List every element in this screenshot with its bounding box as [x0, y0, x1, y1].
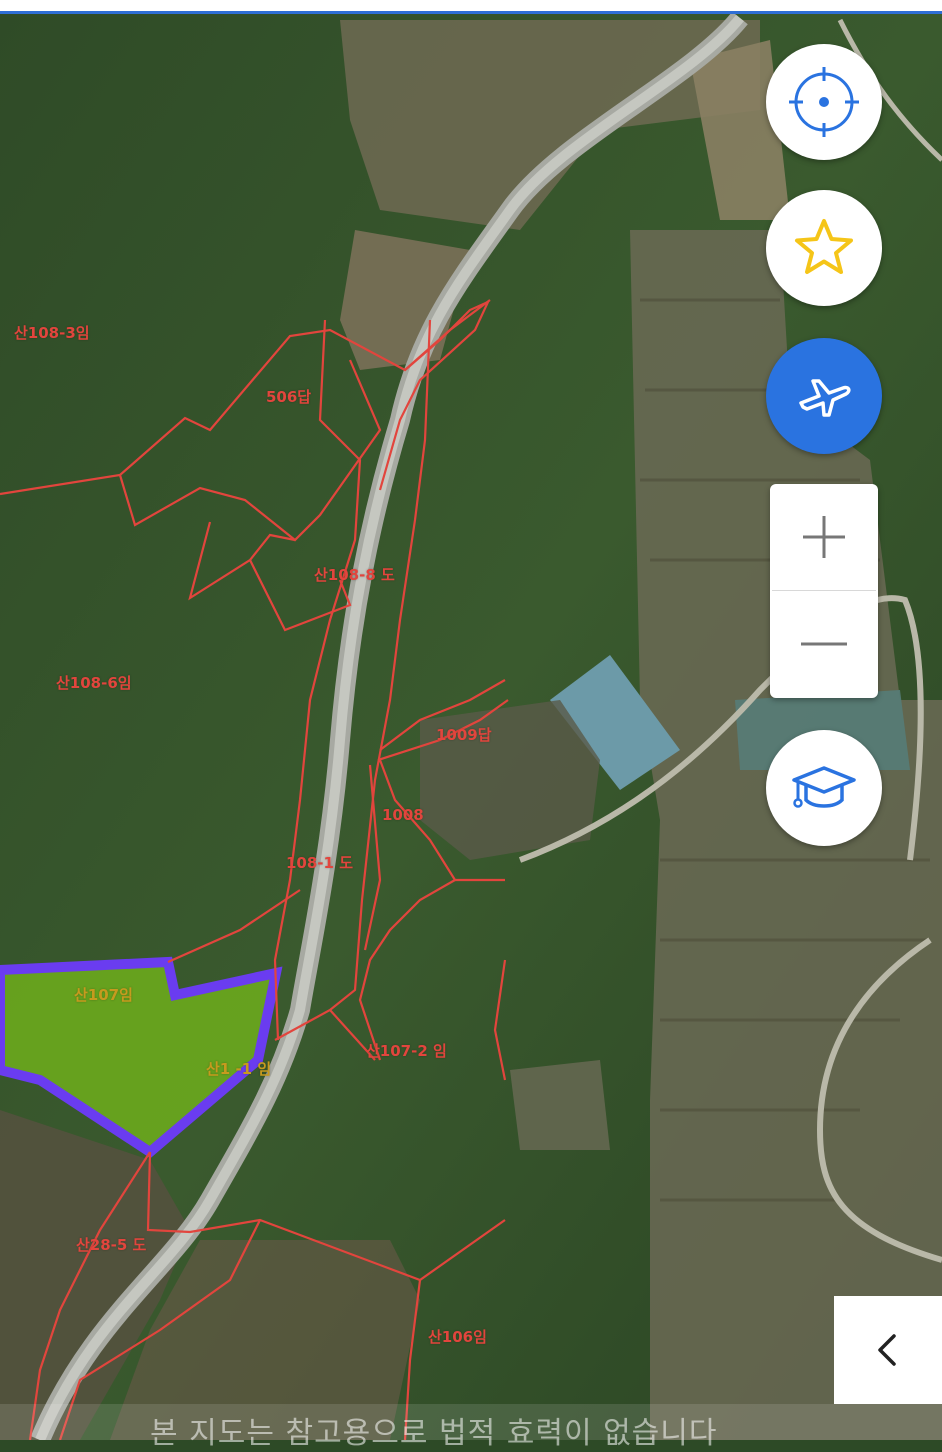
parcel-label-selected[interactable]: 산107임 — [74, 984, 133, 1005]
parcel-label[interactable]: 산108-8 도 — [314, 564, 395, 585]
airplane-icon — [799, 379, 851, 417]
map-disclaimer: 본 지도는 참고용으로 법적 효력이 없습니다 — [150, 1416, 718, 1451]
parcel-label[interactable]: 1009답 — [436, 724, 492, 745]
flight-mode-button[interactable] — [766, 338, 882, 454]
star-icon — [795, 219, 853, 274]
top-status-bar — [0, 0, 942, 14]
parcel-label[interactable]: 산108-6임 — [56, 672, 132, 693]
zoom-in-button[interactable] — [770, 484, 878, 590]
learning-button[interactable] — [766, 730, 882, 846]
zoom-controls — [770, 484, 878, 698]
minus-icon — [801, 642, 847, 646]
parcel-label[interactable]: 산108-3임 — [14, 322, 90, 343]
zoom-out-button[interactable] — [770, 591, 878, 697]
parcel-label-selected[interactable]: 산1 -1 임 — [206, 1058, 271, 1079]
graduation-cap-icon — [792, 766, 856, 808]
plus-icon — [803, 516, 845, 558]
parcel-label[interactable]: 산28-5 도 — [76, 1234, 146, 1255]
parcel-label[interactable]: 산107-2 임 — [366, 1040, 447, 1061]
parcel-label[interactable]: 506답 — [266, 386, 311, 407]
parcel-label[interactable]: 108-1 도 — [286, 852, 353, 873]
collapse-panel-button[interactable] — [834, 1296, 942, 1404]
parcel-label[interactable]: 1008 — [382, 806, 424, 824]
my-location-button[interactable] — [766, 44, 882, 160]
favorite-button[interactable] — [766, 190, 882, 306]
parcel-label[interactable]: 산106임 — [428, 1326, 487, 1347]
crosshair-icon — [789, 67, 859, 137]
field-plot — [510, 1060, 610, 1150]
chevron-left-icon — [878, 1334, 896, 1366]
